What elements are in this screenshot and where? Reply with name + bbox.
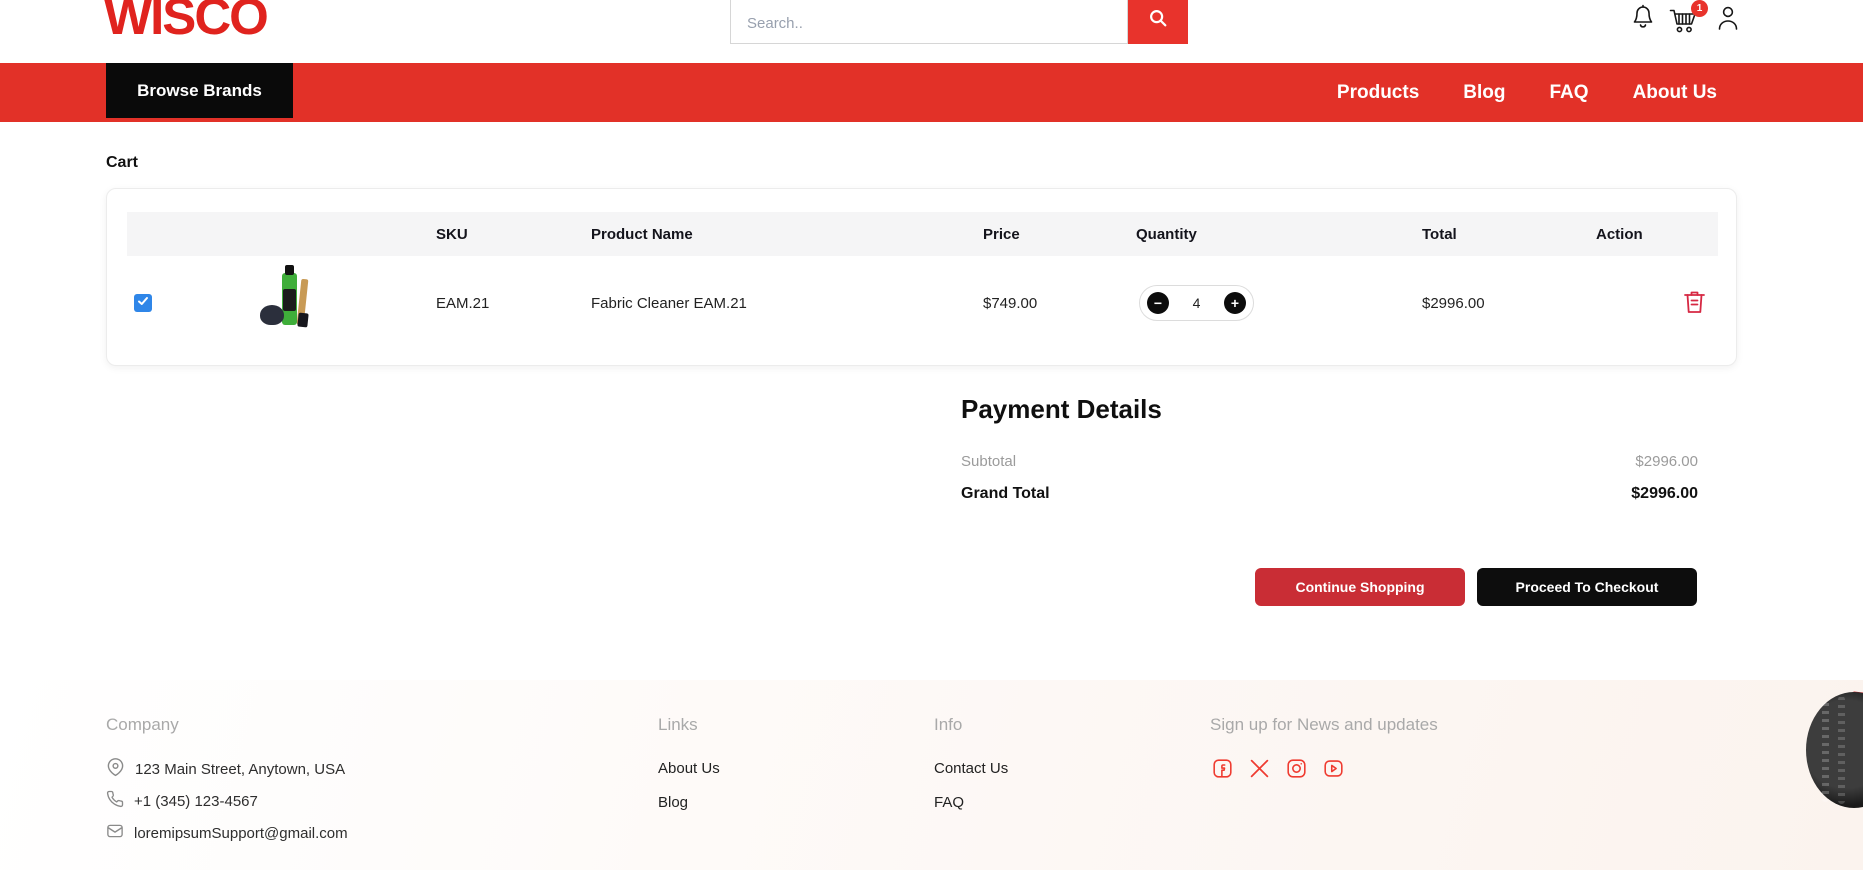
footer-company-heading: Company — [106, 715, 179, 735]
footer-phone-row: +1 (345) 123-4567 — [106, 790, 258, 812]
search-input[interactable] — [730, 0, 1128, 44]
main-navbar: Browse Brands Products Blog FAQ About Us — [0, 63, 1863, 122]
page-title: Cart — [106, 154, 138, 172]
column-header-total: Total — [1422, 226, 1457, 243]
nav-link-blog[interactable]: Blog — [1463, 82, 1505, 104]
quantity-decrease-button[interactable]: − — [1147, 292, 1169, 314]
item-checkbox[interactable] — [134, 294, 152, 312]
user-icon[interactable] — [1716, 4, 1740, 36]
x-twitter-icon[interactable] — [1249, 758, 1270, 784]
item-name: Fabric Cleaner EAM.21 — [591, 295, 747, 312]
logo[interactable]: WISCO — [104, 0, 267, 46]
subtotal-value: $2996.00 — [1635, 453, 1698, 470]
grand-total-value: $2996.00 — [1631, 485, 1698, 503]
grand-total-label: Grand Total — [961, 485, 1050, 503]
footer-address-row: 123 Main Street, Anytown, USA — [106, 758, 345, 781]
footer-links-heading: Links — [658, 715, 698, 735]
item-price: $749.00 — [983, 295, 1037, 312]
column-header-product-name: Product Name — [591, 226, 693, 243]
column-header-action: Action — [1596, 226, 1643, 243]
product-image — [252, 265, 324, 333]
delete-item-button[interactable] — [1683, 288, 1706, 320]
footer-signup-heading: Sign up for News and updates — [1210, 715, 1438, 735]
search-icon — [1147, 7, 1169, 32]
footer-phone: +1 (345) 123-4567 — [134, 793, 258, 810]
search-button[interactable] — [1128, 0, 1188, 44]
phone-icon — [106, 790, 124, 812]
social-icons — [1212, 758, 1344, 784]
footer-info-heading: Info — [934, 715, 962, 735]
cart-table-card: SKU Product Name Price Quantity Total Ac… — [106, 188, 1737, 366]
subtotal-label: Subtotal — [961, 453, 1016, 470]
footer-link-faq[interactable]: FAQ — [934, 794, 964, 811]
browse-brands-button[interactable]: Browse Brands — [106, 63, 293, 118]
column-header-quantity: Quantity — [1136, 226, 1197, 243]
youtube-icon[interactable] — [1323, 758, 1344, 784]
footer-email-row: loremipsumSupport@gmail.com — [106, 822, 348, 844]
footer-link-contact-us[interactable]: Contact Us — [934, 760, 1008, 777]
nav-link-faq[interactable]: FAQ — [1550, 82, 1589, 104]
quantity-increase-button[interactable]: + — [1224, 292, 1246, 314]
nav-link-about-us[interactable]: About Us — [1633, 82, 1717, 104]
checkmark-icon — [137, 294, 149, 312]
column-header-sku: SKU — [436, 226, 468, 243]
table-header-row — [127, 212, 1718, 256]
quantity-stepper[interactable]: − 4 + — [1139, 285, 1254, 321]
cart-page: WISCO 1 Browse Brands — [0, 0, 1863, 870]
continue-shopping-button[interactable]: Continue Shopping — [1255, 568, 1465, 606]
item-sku: EAM.21 — [436, 295, 489, 312]
footer-email: loremipsumSupport@gmail.com — [134, 825, 348, 842]
footer-link-about-us[interactable]: About Us — [658, 760, 720, 777]
item-total: $2996.00 — [1422, 295, 1485, 312]
instagram-icon[interactable] — [1286, 758, 1307, 784]
proceed-to-checkout-button[interactable]: Proceed To Checkout — [1477, 568, 1697, 606]
nav-link-products[interactable]: Products — [1337, 82, 1419, 104]
facebook-icon[interactable] — [1212, 758, 1233, 784]
payment-details-title: Payment Details — [961, 394, 1162, 425]
location-pin-icon — [106, 758, 125, 781]
footer-link-blog[interactable]: Blog — [658, 794, 688, 811]
column-header-price: Price — [983, 226, 1020, 243]
notification-bell-icon[interactable] — [1631, 4, 1655, 36]
trash-icon — [1683, 302, 1706, 319]
cart-badge: 1 — [1691, 0, 1708, 17]
envelope-icon — [106, 822, 124, 844]
nav-links: Products Blog FAQ About Us — [1337, 63, 1717, 122]
quantity-value: 4 — [1193, 295, 1201, 311]
footer-address: 123 Main Street, Anytown, USA — [135, 761, 345, 778]
footer: Company 123 Main Street, Anytown, USA +1… — [0, 680, 1863, 870]
